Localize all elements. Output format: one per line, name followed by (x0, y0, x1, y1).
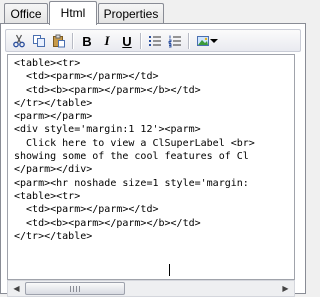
scrollbar-thumb[interactable] (25, 282, 125, 295)
copy-icon[interactable] (30, 32, 48, 50)
editor-toolbar: B I U (5, 29, 301, 52)
tab-office[interactable]: Office (4, 3, 48, 23)
code-line: </tr></table> (14, 97, 93, 109)
html-source-text[interactable]: <table><tr> <td><parm></parm></td> <td><… (14, 57, 255, 243)
dropdown-arrow-icon[interactable] (209, 32, 219, 50)
text-caret (169, 264, 170, 276)
italic-button[interactable]: I (98, 32, 116, 50)
code-line: </parm></div> (14, 164, 93, 176)
bullet-list-icon[interactable] (146, 32, 164, 50)
code-line: <table><tr> (14, 190, 81, 202)
code-line: </tr></table> (14, 230, 93, 242)
tab-properties[interactable]: Properties (98, 3, 164, 23)
tab-html[interactable]: Html (49, 1, 97, 25)
toolbar-separator (72, 33, 74, 49)
code-line: <parm></parm> (14, 111, 93, 123)
toolbar-separator (140, 33, 142, 49)
tab-bar: Office Html Properties (0, 0, 306, 25)
code-line: <table><tr> (14, 58, 81, 69)
html-panel: B I U <table><tr> <td><parm></parm></td>… (0, 24, 306, 297)
code-line: Click here to view a ClSuperLabel <br> (14, 137, 255, 149)
code-line: <td><parm></parm></td> (14, 204, 159, 216)
code-line: <td><parm></parm></td> (14, 71, 159, 83)
code-line: <td><b><parm></parm></b></td> (14, 84, 201, 96)
cut-icon[interactable] (10, 32, 28, 50)
code-line: <div style='margin:1 12'><parm> (14, 124, 201, 136)
code-line: <td><b><parm></parm></b></td> (14, 217, 201, 229)
code-line: showing some of the cool features of Cl (14, 151, 249, 163)
bold-button[interactable]: B (78, 32, 96, 50)
numbered-list-icon[interactable] (166, 32, 184, 50)
html-source-editor[interactable]: <table><tr> <td><parm></parm></td> <td><… (7, 54, 295, 280)
paste-icon[interactable] (50, 32, 68, 50)
scrollbar-grip-icon (70, 286, 80, 292)
horizontal-scrollbar[interactable]: ◀ ▶ (7, 280, 295, 297)
code-line: <parm><hr noshade size=1 style='margin: (14, 177, 249, 189)
toolbar-separator (188, 33, 190, 49)
underline-button[interactable]: U (118, 32, 136, 50)
